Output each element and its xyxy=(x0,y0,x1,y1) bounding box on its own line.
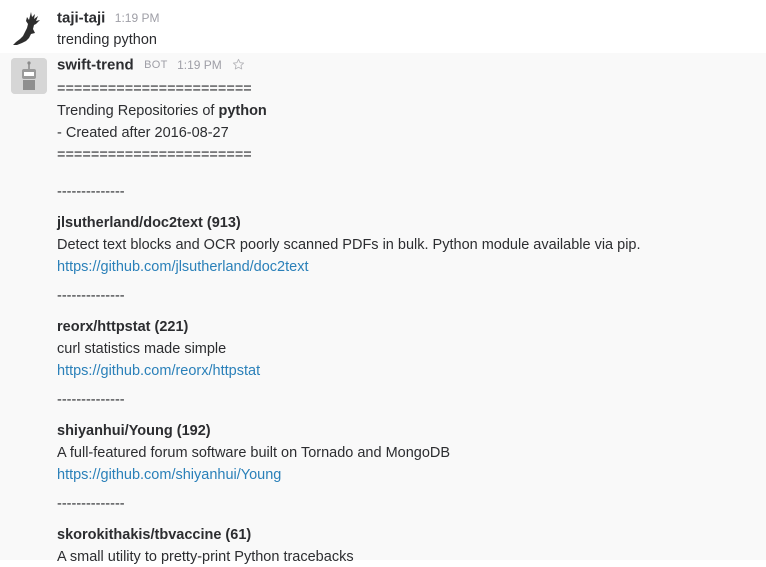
repo-link: https://github.com/reorx/httpstat xyxy=(57,361,260,381)
repo-description: A small utility to pretty-print Python t… xyxy=(57,549,354,565)
repo-url-link[interactable]: https://github.com/shiyanhui/Young xyxy=(57,467,281,483)
repo-name: shiyanhui/Young (192) xyxy=(57,423,211,439)
timestamp[interactable]: 1:19 PM xyxy=(177,58,222,72)
repo-url-link[interactable]: https://github.com/jlsutherland/doc2text xyxy=(57,259,308,275)
title-line: Trending Repositories of python xyxy=(57,101,267,121)
repo-url-link[interactable]: https://github.com/reorx/httpstat xyxy=(57,363,260,379)
message-text: trending python xyxy=(57,32,157,48)
repo-link: https://github.com/shiyanhui/Young xyxy=(57,465,281,485)
repo-description: curl statistics made simple xyxy=(57,341,227,357)
robot-icon xyxy=(11,58,47,94)
timestamp[interactable]: 1:19 PM xyxy=(115,11,160,25)
separator: -------------- xyxy=(57,392,125,408)
title-prefix: Trending Repositories of xyxy=(57,103,219,119)
repo-description: Detect text blocks and OCR poorly scanne… xyxy=(57,237,641,253)
bot-badge: BOT xyxy=(144,58,168,71)
separator: -------------- xyxy=(57,288,125,304)
avatar[interactable] xyxy=(11,10,47,46)
repo-name: skorokithakis/tbvaccine (61) xyxy=(57,527,252,543)
separator: -------------- xyxy=(57,496,125,512)
separator: -------------- xyxy=(57,184,125,200)
avatar[interactable] xyxy=(11,58,47,94)
message-swift-trend: swift-trend BOT 1:19 PM ================… xyxy=(0,53,766,565)
rule-bottom: ======================= xyxy=(57,147,252,163)
star-icon[interactable] xyxy=(232,58,245,71)
username[interactable]: taji-taji xyxy=(57,9,105,26)
repo-name: jlsutherland/doc2text (913) xyxy=(57,215,241,231)
deer-silhouette-icon xyxy=(13,12,40,45)
created-after: - Created after 2016-08-27 xyxy=(57,125,229,141)
username[interactable]: swift-trend xyxy=(57,56,134,73)
repo-description: A full-featured forum software built on … xyxy=(57,445,451,461)
message-header: swift-trend BOT 1:19 PM xyxy=(57,56,245,78)
repo-name: reorx/httpstat (221) xyxy=(57,319,189,335)
message-header: taji-taji 1:19 PM xyxy=(57,9,160,31)
message-taji-taji: taji-taji 1:19 PM trending python xyxy=(0,0,766,53)
repo-link: https://github.com/jlsutherland/doc2text xyxy=(57,257,308,277)
title-language: python xyxy=(218,103,267,119)
rule-top: ======================= xyxy=(57,81,252,97)
